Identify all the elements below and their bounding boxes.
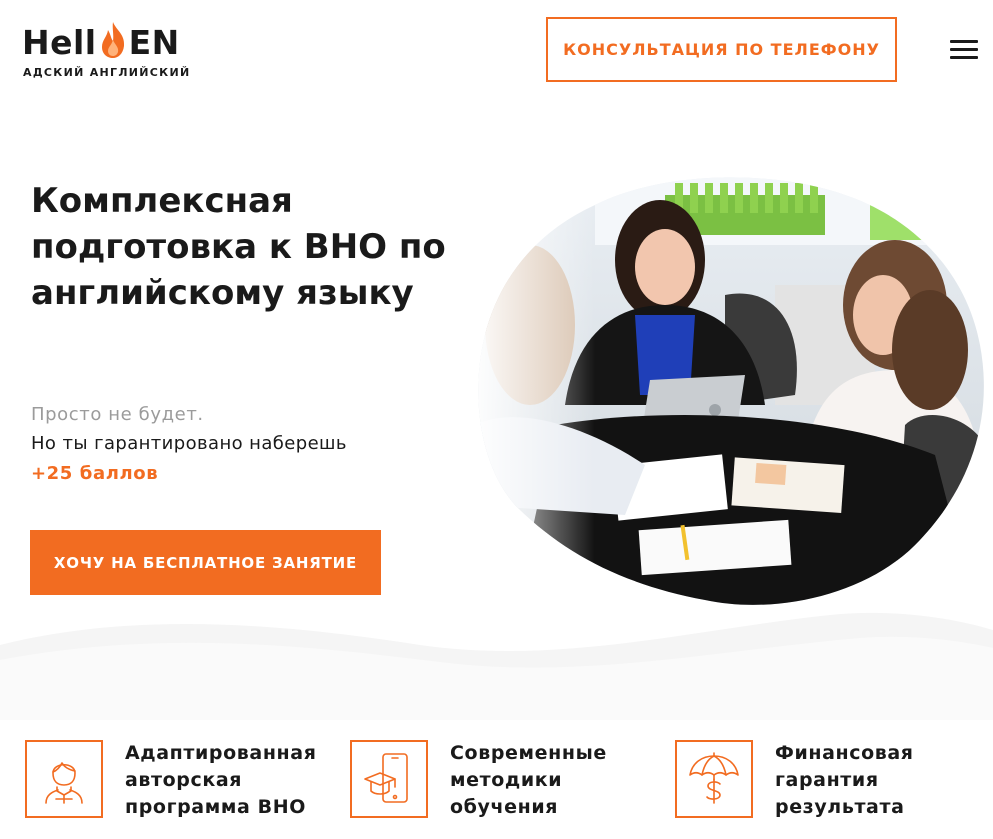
- mobile-learning-icon: [364, 753, 408, 803]
- hamburger-line: [950, 48, 978, 51]
- feature-text: Адаптированная авторская программа ВНО: [125, 742, 317, 818]
- hero-score-highlight: +25 баллов: [31, 463, 159, 484]
- hero-subtitle: Но ты гарантировано наберешь: [31, 433, 347, 454]
- site-header: Hell EN АДСКИЙ АНГЛИЙСКИЙ КОНСУЛЬТАЦИЯ П…: [0, 0, 993, 100]
- feature-adapted-program: Адаптированная авторская программа ВНО: [25, 740, 335, 824]
- free-lesson-button[interactable]: ХОЧУ НА БЕСПЛАТНОЕ ЗАНЯТИЕ: [30, 530, 381, 595]
- phone-consultation-button[interactable]: КОНСУЛЬТАЦИЯ ПО ТЕЛЕФОНУ: [546, 17, 897, 82]
- feature-modern-methods: Современные методики обучения: [350, 740, 650, 824]
- logo-tagline: АДСКИЙ АНГЛИЙСКИЙ: [23, 66, 191, 79]
- feature-text: Современные методики обучения: [450, 742, 607, 818]
- money-umbrella-icon: [689, 752, 739, 804]
- hero-subtitle-muted: Просто не будет.: [31, 404, 204, 425]
- logo[interactable]: Hell EN АДСКИЙ АНГЛИЙСКИЙ: [22, 18, 197, 82]
- hamburger-menu-icon[interactable]: [950, 40, 978, 60]
- feature-text: Финансовая гарантия результата: [775, 742, 914, 818]
- hamburger-line: [950, 56, 978, 59]
- logo-wordmark: Hell EN: [22, 20, 180, 62]
- feature-icon-box: [675, 740, 753, 818]
- flame-icon: [101, 22, 124, 58]
- hero-photo: [478, 177, 984, 605]
- student-icon: [45, 762, 83, 804]
- feature-icon-box: [25, 740, 103, 818]
- hamburger-line: [950, 40, 978, 43]
- feature-financial-guarantee: Финансовая гарантия результата: [675, 740, 975, 824]
- hero-title: Комплексная подготовка к ВНО по английск…: [31, 181, 446, 313]
- feature-icon-box: [350, 740, 428, 818]
